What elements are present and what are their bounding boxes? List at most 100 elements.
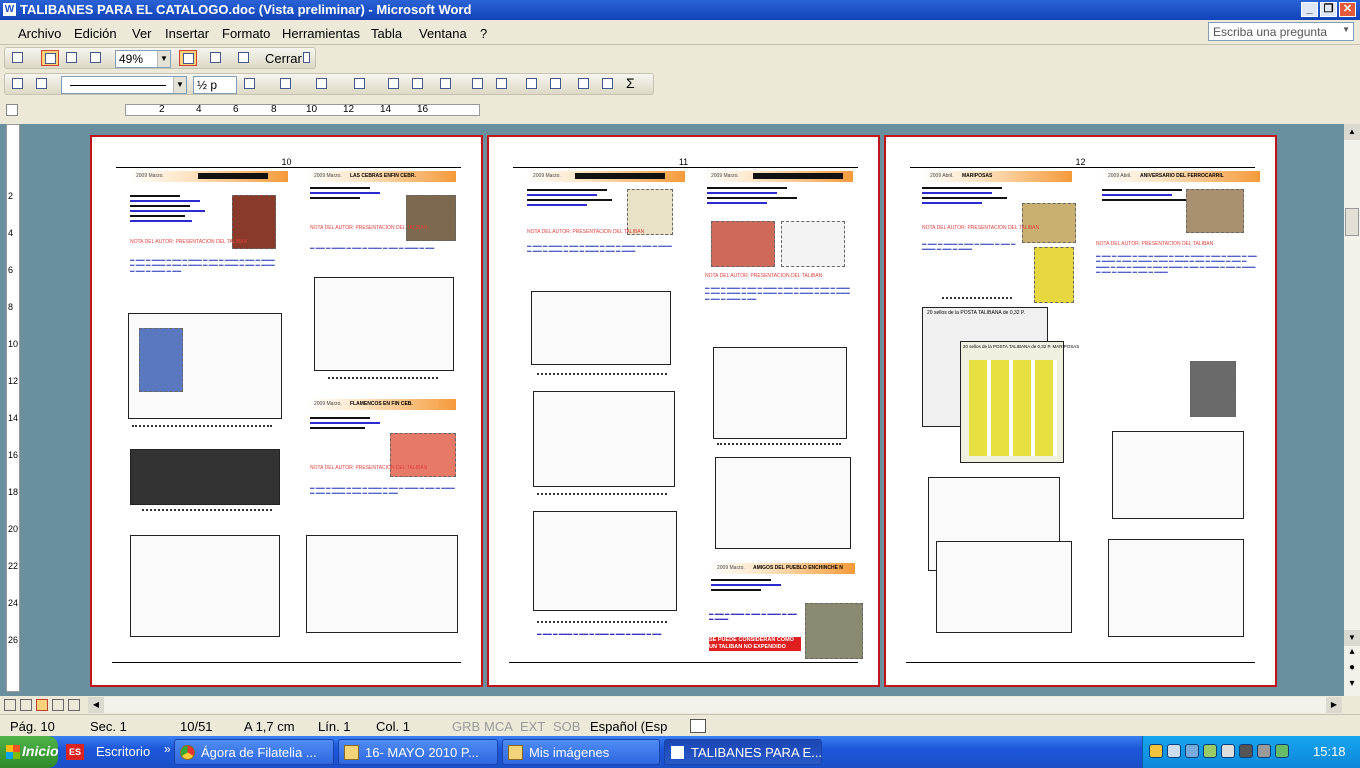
desktop-shortcut[interactable]: Escritorio [96,744,150,759]
menu-tabla[interactable]: Tabla [371,26,402,41]
taskbar-item-mis-imagenes[interactable]: Mis imágenes [502,739,660,765]
sort-descending-button[interactable] [599,76,617,92]
line-style-select[interactable]: ▼ [61,76,187,94]
preview-page-12[interactable]: 12 2009 Abril. MARIPOSAS 2009 Abril. ANI… [884,135,1277,687]
footer-rule [906,662,1255,663]
browse-object-icon[interactable]: ● [1344,662,1360,678]
security-icon[interactable] [1203,744,1217,758]
reading-view-icon[interactable] [68,699,80,711]
menu-herramientas[interactable]: Herramientas [282,26,360,41]
zoom-select[interactable]: 49% ▼ [115,50,171,68]
menu-insertar[interactable]: Insertar [165,26,209,41]
menu-archivo[interactable]: Archivo [18,26,61,41]
view-ruler-button[interactable] [179,50,197,66]
outline-view-icon[interactable] [52,699,64,711]
horizontal-scrollbar[interactable]: ◀ ▶ [88,697,1342,713]
print-button[interactable] [9,50,27,66]
word-doc-icon[interactable]: W [3,3,16,16]
status-record-macro[interactable]: GRB [452,719,480,734]
eraser-icon [36,78,47,89]
menu-formato[interactable]: Formato [222,26,270,41]
line-weight-select[interactable]: ½ p [193,76,237,94]
chevron-down-icon[interactable]: ▼ [157,51,170,67]
drawing-toolbar-row: ▼ ½ p Σ [0,71,1360,98]
shrink-to-fit-button[interactable] [207,50,225,66]
split-cells-button[interactable] [409,76,427,92]
vertical-scrollbar[interactable]: ▲ ▼ ▴ ● ▾ [1344,124,1360,696]
preview-page-11[interactable]: 11 2009 Marzo. 2009 Marzo. NOTA DEL AUTO… [487,135,880,687]
draw-table-button[interactable] [9,76,27,92]
menu-ventana[interactable]: Ventana [419,26,467,41]
scrollbar-thumb[interactable] [1345,208,1359,236]
quicklaunch-chevron-icon[interactable]: » [164,742,171,756]
vertical-ruler[interactable]: 2 4 6 8 10 12 14 16 18 20 22 24 26 [6,124,20,692]
magnifier-button[interactable] [41,50,59,66]
ask-question-input[interactable]: Escriba una pregunta ▼ [1208,22,1354,41]
print-layout-view-icon[interactable] [36,699,48,711]
ruler-number: 16 [8,450,19,460]
taskbar-item-mayo-folder[interactable]: 16- MAYO 2010 P... [338,739,498,765]
menu-ver[interactable]: Ver [132,26,152,41]
multiple-pages-button[interactable] [87,50,105,66]
menu-help[interactable]: ? [480,26,487,41]
restore-button[interactable]: ❐ [1320,2,1337,17]
scroll-down-arrow-icon[interactable]: ▼ [1344,630,1360,646]
minimize-button[interactable]: _ [1301,2,1318,17]
text-direction-button[interactable] [547,76,565,92]
scroll-right-arrow-icon[interactable]: ▶ [1326,697,1342,713]
network-icon[interactable] [1167,744,1181,758]
eraser-button[interactable] [33,76,51,92]
borders-button[interactable] [277,76,295,92]
paragraph-text: ▬ ▬▬ ▬ ▬▬▬ ▬ ▬▬ ▬ ▬▬▬ ▬ ▬▬ ▬ ▬▬▬ ▬ ▬▬ ▬ … [130,257,275,273]
align-button[interactable] [437,76,455,92]
scroll-left-arrow-icon[interactable]: ◀ [88,697,104,713]
ruler-number: 14 [8,413,19,423]
border-color-button[interactable] [241,76,259,92]
close-window-button[interactable]: ✕ [1339,2,1356,17]
desktop-icon[interactable]: ES [66,744,84,760]
chevron-down-icon[interactable]: ▼ [173,77,186,93]
taskbar-item-word[interactable]: TALIBANES PARA E... [664,739,822,765]
ask-question-placeholder: Escriba una pregunta [1213,25,1328,39]
autosum-button[interactable]: Σ [623,75,641,92]
status-extend[interactable]: EXT [520,719,545,734]
caption-dots [537,373,667,377]
insert-table-button[interactable] [351,76,369,92]
preview-page-10[interactable]: 10 2009 Marzo. 2009 Marzo. LAS CEBRAS EN… [90,135,483,687]
volume-icon[interactable] [1257,744,1271,758]
scroll-up-arrow-icon[interactable]: ▲ [1344,124,1360,140]
title-bar[interactable]: W TALIBANES PARA EL CATALOGO.doc (Vista … [0,0,1360,20]
status-track-changes[interactable]: MCA [484,719,513,734]
distribute-columns-button[interactable] [493,76,511,92]
status-overtype[interactable]: SOB [553,719,580,734]
shield-icon[interactable] [1149,744,1163,758]
taskbar-item-agora[interactable]: Ágora de Filatelia ... [174,739,334,765]
previous-page-icon[interactable]: ▴ [1344,646,1360,662]
close-preview-button[interactable]: Cerrar [265,51,302,66]
one-page-button[interactable] [63,50,81,66]
chevron-down-icon[interactable]: ▼ [1342,25,1350,34]
usb-icon[interactable] [1221,744,1235,758]
horizontal-ruler[interactable]: 2 4 6 8 10 12 14 16 [125,104,480,116]
monitor-icon[interactable] [1239,744,1253,758]
caption-dots [142,509,272,513]
update-icon[interactable] [1275,744,1289,758]
author-note: NOTA DEL AUTOR: PRESENTACION DEL TALIBAN [310,465,428,471]
tab-selector-icon[interactable] [6,104,18,116]
merge-cells-button[interactable] [385,76,403,92]
help-button[interactable] [301,50,313,66]
sort-ascending-button[interactable] [575,76,593,92]
spelling-status-icon[interactable] [690,719,706,733]
table-autoformat-button[interactable] [523,76,541,92]
menu-edicion[interactable]: Edición [74,26,117,41]
normal-view-icon[interactable] [4,699,16,711]
print-preview-toolbar: 49% ▼ Cerrar [4,47,316,69]
web-view-icon[interactable] [20,699,32,711]
shading-button[interactable] [313,76,331,92]
start-button[interactable]: Inicio [0,736,59,768]
next-page-icon[interactable]: ▾ [1344,678,1360,694]
bluetooth-icon[interactable] [1185,744,1199,758]
distribute-rows-button[interactable] [469,76,487,92]
clock[interactable]: 15:18 [1313,744,1346,759]
full-screen-button[interactable] [235,50,253,66]
